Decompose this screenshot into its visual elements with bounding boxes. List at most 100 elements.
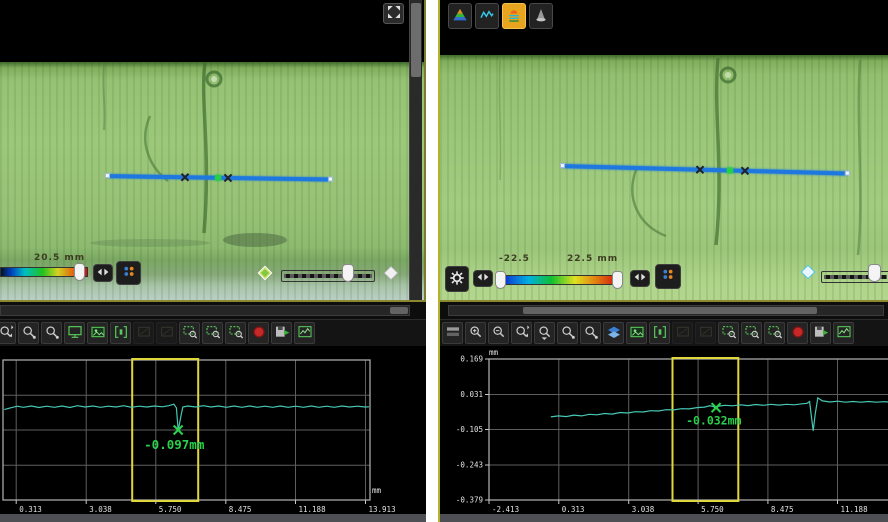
right-hscroll-thumb[interactable] xyxy=(523,307,817,314)
y-tick-label: 0.169 xyxy=(460,355,483,364)
right-min-label: -22.5 xyxy=(499,254,530,264)
record-button[interactable] xyxy=(787,322,808,344)
zoomrect-green-icon xyxy=(767,324,783,343)
export-button[interactable] xyxy=(271,322,292,344)
right-position-slider-thumb[interactable] xyxy=(868,264,881,282)
expand-icon xyxy=(386,4,402,23)
region-zoom-2-button[interactable] xyxy=(202,322,223,344)
measure-endpoint-right[interactable] xyxy=(328,177,333,182)
right-view-mode-bar xyxy=(448,3,553,29)
x-tick-label: 3.038 xyxy=(632,505,655,514)
expand-view-button[interactable] xyxy=(383,3,404,24)
left-vertical-scrollbar[interactable] xyxy=(409,0,422,300)
tool-disabled-2-button[interactable] xyxy=(695,322,716,344)
rect-dim-icon xyxy=(698,324,714,343)
measure-endpoint-right[interactable] xyxy=(845,170,850,175)
dots-icon xyxy=(121,264,137,283)
measure-endpoint-left[interactable] xyxy=(105,173,110,178)
measure-x-marker-1[interactable] xyxy=(180,172,190,182)
left-scale-label: 20.5 mm xyxy=(34,253,85,263)
height-map-view-button[interactable] xyxy=(448,3,472,29)
right-horizontal-scrollbar[interactable] xyxy=(448,305,884,316)
left-palette-button[interactable] xyxy=(116,261,141,285)
region-zoom-1-button[interactable] xyxy=(718,322,739,344)
right-color-scale[interactable] xyxy=(502,275,620,285)
zoom-point-button[interactable] xyxy=(557,322,578,344)
arrows-h-icon xyxy=(95,264,111,283)
y-tick-label: -0.379 xyxy=(456,496,483,505)
zoom-out-button[interactable] xyxy=(488,322,509,344)
left-position-slider[interactable] xyxy=(281,270,375,282)
tool-disabled-1-button[interactable] xyxy=(133,322,154,344)
region-zoom-2-button[interactable] xyxy=(741,322,762,344)
right-hscroll-strip xyxy=(440,302,888,319)
pan-zoom-button[interactable] xyxy=(0,322,16,344)
frame-view-button[interactable] xyxy=(110,322,131,344)
profile-layers-icon xyxy=(506,7,522,26)
arrows-h-icon xyxy=(632,269,648,288)
measure-x-marker-1[interactable] xyxy=(695,165,705,175)
profile-chart-button[interactable] xyxy=(294,322,315,344)
zoom-down-button[interactable] xyxy=(534,322,555,344)
magnifier-arrows-icon xyxy=(0,324,14,343)
region-zoom-3-button[interactable] xyxy=(764,322,785,344)
record-button[interactable] xyxy=(248,322,269,344)
cone-3d-view-button[interactable] xyxy=(529,3,553,29)
y-tick-label: 0.031 xyxy=(460,390,483,399)
left-position-diamond[interactable] xyxy=(257,265,276,284)
left-hscroll-thumb[interactable] xyxy=(390,307,408,314)
zoom-area-button[interactable] xyxy=(580,322,601,344)
left-end-diamond[interactable] xyxy=(383,265,402,284)
tool-disabled-2-button[interactable] xyxy=(156,322,177,344)
x-tick-label: 0.313 xyxy=(562,505,585,514)
left-color-scale-handle[interactable] xyxy=(74,263,85,281)
axis-unit-label: mm xyxy=(489,348,499,357)
app-window: 20.5 mm xyxy=(0,0,888,522)
x-tick-label: 8.475 xyxy=(771,505,794,514)
left-range-button[interactable] xyxy=(93,264,113,282)
layer-profile-view-button[interactable] xyxy=(502,3,526,29)
left-chart-canvas[interactable]: -0.097mm0.3133.0385.7508.47511.18813.913… xyxy=(0,347,426,514)
left-scan-viewport[interactable]: 20.5 mm xyxy=(0,0,426,302)
frame-view-button[interactable] xyxy=(649,322,670,344)
diamond-cyan-icon xyxy=(800,265,816,284)
region-zoom-1-button[interactable] xyxy=(179,322,200,344)
image-view-button[interactable] xyxy=(626,322,647,344)
layers-view-button[interactable] xyxy=(603,322,624,344)
tool-disabled-1-button[interactable] xyxy=(672,322,693,344)
profile-wave-view-button[interactable] xyxy=(475,3,499,29)
settings-button[interactable] xyxy=(445,266,469,292)
image-view-button[interactable] xyxy=(87,322,108,344)
profile-chart-button[interactable] xyxy=(833,322,854,344)
export-button[interactable] xyxy=(810,322,831,344)
left-position-slider-thumb[interactable] xyxy=(342,264,354,282)
left-vscroll-thumb[interactable] xyxy=(411,3,421,77)
diamond-white-icon xyxy=(383,266,399,285)
fit-screen-button[interactable] xyxy=(64,322,85,344)
measure-x-marker-2[interactable] xyxy=(740,166,750,176)
right-range-right-button[interactable] xyxy=(630,270,650,287)
x-tick-label: 0.313 xyxy=(19,505,42,514)
right-color-scale-handle-min[interactable] xyxy=(495,271,506,289)
right-chart-canvas[interactable]: -0.032mm-2.4130.3133.0385.7508.47511.188… xyxy=(440,347,888,514)
right-color-scale-handle-max[interactable] xyxy=(612,271,623,289)
region-zoom-3-button[interactable] xyxy=(225,322,246,344)
zoomrect-green-icon xyxy=(205,324,221,343)
right-position-diamond[interactable] xyxy=(800,264,819,283)
right-palette-button[interactable] xyxy=(655,264,681,289)
chart-green-icon xyxy=(836,324,852,343)
right-range-left-button[interactable] xyxy=(473,270,493,287)
measure-endpoint-left[interactable] xyxy=(560,163,565,168)
magnifier-minus-icon xyxy=(491,324,507,343)
measure-x-marker-2[interactable] xyxy=(223,173,233,183)
zoom-point-button[interactable] xyxy=(18,322,39,344)
pan-zoom-button[interactable] xyxy=(511,322,532,344)
zoom-area-button[interactable] xyxy=(41,322,62,344)
magnifier-dot-icon xyxy=(21,324,37,343)
rect-dim-icon xyxy=(675,324,691,343)
left-horizontal-scrollbar[interactable] xyxy=(0,305,410,316)
right-profile-chart: -0.032mm-2.4130.3133.0385.7508.47511.188… xyxy=(440,347,888,514)
grid-tool-button[interactable] xyxy=(442,322,463,344)
right-scan-viewport[interactable]: -22.5 22.5 mm xyxy=(440,0,888,302)
zoom-in-button[interactable] xyxy=(465,322,486,344)
